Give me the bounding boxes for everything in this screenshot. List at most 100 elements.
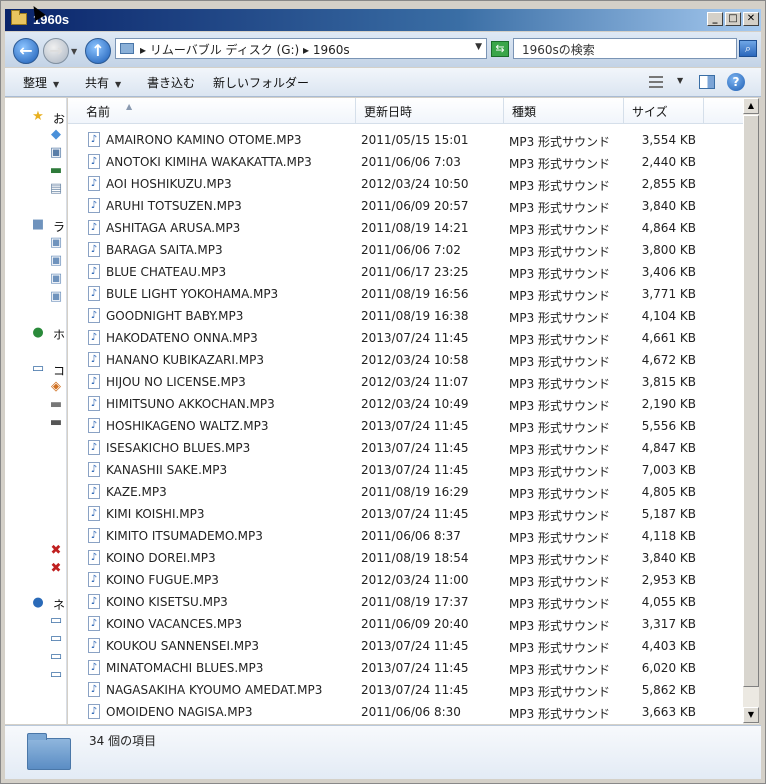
file-date: 2013/07/24 11:45	[361, 441, 469, 455]
audio-file-icon: ♪	[88, 396, 100, 411]
address-field[interactable]: ▸ リムーバブル ディスク (G:) ▸ 1960s ▼	[115, 38, 487, 59]
nav-network[interactable]: ● ネ	[5, 594, 66, 612]
table-row[interactable]: ♪ ANOTOKI KIMIHA WAKAKATTA.MP3 2011/06/06 …	[68, 151, 743, 173]
nav-libraries-label: ラ	[53, 220, 66, 234]
table-row[interactable]: ♪ BLUE CHATEAU.MP3 2011/06/17 23:25 MP3 形式サ…	[68, 261, 743, 283]
nav-library-item[interactable]: ▣	[5, 234, 66, 252]
nav-library-item[interactable]: ▣	[5, 288, 66, 306]
maximize-button[interactable]: □	[725, 12, 741, 26]
column-header-name[interactable]: ▲ 名前	[78, 98, 356, 124]
scroll-down-icon[interactable]: ▼	[743, 707, 759, 723]
file-date: 2013/07/24 11:45	[361, 507, 469, 521]
file-name: KIMI KOISHI.MP3	[106, 507, 205, 521]
table-row[interactable]: ♪ MINATOMACHI BLUES.MP3 2013/07/24 11:45 MP…	[68, 657, 743, 679]
folder-icon	[11, 10, 27, 25]
nav-favorites[interactable]: ★ お	[5, 108, 66, 126]
table-row[interactable]: ♪ HIJOU NO LICENSE.MP3 2012/03/24 11:07 MP3…	[68, 371, 743, 393]
table-row[interactable]: ♪ KIMI KOISHI.MP3 2013/07/24 11:45 MP3 形式サウ…	[68, 503, 743, 525]
title-bar[interactable]: 1960s _ □ ✕	[5, 9, 761, 31]
audio-file-icon: ♪	[88, 594, 100, 609]
file-type: MP3 形式サウンド	[509, 531, 611, 545]
nav-favorite-item[interactable]: ▬	[5, 162, 66, 180]
table-row[interactable]: ♪ KANASHII SAKE.MP3 2013/07/24 11:45 MP3 形式…	[68, 459, 743, 481]
search-input[interactable]: 1960sの検索	[513, 38, 737, 59]
table-row[interactable]: ♪ KOUKOU SANNENSEI.MP3 2013/07/24 11:45 MP3…	[68, 635, 743, 657]
forward-button[interactable]: →	[43, 38, 69, 64]
nav-library-item[interactable]: ▣	[5, 270, 66, 288]
scroll-up-icon[interactable]: ▲	[743, 98, 759, 114]
nav-drive-item[interactable]: ◈	[5, 378, 66, 396]
nav-computer[interactable]: ▭ コ	[5, 360, 66, 378]
back-button[interactable]: ←	[13, 38, 39, 64]
nav-library-item[interactable]: ▣	[5, 252, 66, 270]
table-row[interactable]: ♪ HIMITSUNO AKKOCHAN.MP3 2012/03/24 10:49 M…	[68, 393, 743, 415]
preview-pane-icon[interactable]	[699, 75, 715, 89]
recent-pages-dropdown[interactable]: ▼	[71, 47, 77, 56]
file-name: KOINO DOREI.MP3	[106, 551, 216, 565]
file-name: KANASHII SAKE.MP3	[106, 463, 228, 477]
burn-button[interactable]: 書き込む	[147, 74, 195, 91]
vertical-scrollbar[interactable]: ▲ ▼	[743, 98, 759, 724]
refresh-icon[interactable]: ⇆	[491, 41, 509, 57]
table-row[interactable]: ♪ HOSHIKAGENO WALTZ.MP3 2013/07/24 11:45 MP…	[68, 415, 743, 437]
scrollbar-thumb[interactable]	[743, 115, 759, 687]
view-options-icon[interactable]	[649, 76, 663, 88]
share-button[interactable]: 共有 ▼	[85, 74, 121, 91]
file-size: 3,406 KB	[641, 265, 696, 279]
table-row[interactable]: ♪ GOODNIGHT BABY.MP3 2011/08/19 16:38 MP3 形…	[68, 305, 743, 327]
table-row[interactable]: ♪ KAZE.MP3 2011/08/19 16:29 MP3 形式サウンド 4,805…	[68, 481, 743, 503]
table-row[interactable]: ♪ KOINO VACANCES.MP3 2011/06/09 20:40 MP3 形…	[68, 613, 743, 635]
nav-favorite-item[interactable]: ◆	[5, 126, 66, 144]
audio-file-icon: ♪	[88, 176, 100, 191]
table-row[interactable]: ♪ ARUHI TOTSUZEN.MP3 2011/06/09 20:57 MP3 形…	[68, 195, 743, 217]
nav-libraries[interactable]: ■ ラ	[5, 216, 66, 234]
organize-button[interactable]: 整理 ▼	[23, 74, 59, 91]
up-button[interactable]: ↑	[85, 38, 111, 64]
table-row[interactable]: ♪ KOINO KISETSU.MP3 2011/08/19 17:37 MP3 形式…	[68, 591, 743, 613]
nav-drive-item[interactable]: ✖	[5, 560, 66, 578]
table-row[interactable]: ♪ OMOIDENO NAGISA.MP3 2011/06/06 8:30 MP3 形…	[68, 701, 743, 723]
documents-icon: ▣	[49, 235, 63, 250]
minimize-button[interactable]: _	[707, 12, 723, 26]
audio-file-icon: ♪	[88, 308, 100, 323]
nav-drive-item[interactable]: ▬	[5, 414, 66, 432]
table-row[interactable]: ♪ HANANO KUBIKAZARI.MP3 2012/03/24 10:58 MP…	[68, 349, 743, 371]
file-type: MP3 形式サウンド	[509, 487, 611, 501]
nav-favorite-item[interactable]: ▣	[5, 144, 66, 162]
address-dropdown-icon[interactable]: ▼	[475, 42, 482, 52]
audio-file-icon: ♪	[88, 550, 100, 565]
sort-ascending-icon: ▲	[126, 102, 133, 111]
nav-network-item[interactable]: ▭	[5, 630, 66, 648]
column-header-type[interactable]: 種類	[504, 98, 624, 124]
table-row[interactable]: ♪ KIMITO ITSUMADEMO.MP3 2011/06/06 8:37 MP3…	[68, 525, 743, 547]
table-row[interactable]: ♪ HAKODATENO ONNA.MP3 2013/07/24 11:45 MP3 …	[68, 327, 743, 349]
table-row[interactable]: ♪ KOINO FUGUE.MP3 2012/03/24 11:00 MP3 形式サウ…	[68, 569, 743, 591]
table-row[interactable]: ♪ NAGASAKIHA KYOUMO AMEDAT.MP3 2013/07/24 …	[68, 679, 743, 701]
nav-network-item[interactable]: ▭	[5, 666, 66, 684]
nav-network-item[interactable]: ▭	[5, 648, 66, 666]
column-header-size[interactable]: サイズ	[624, 98, 704, 124]
nav-drive-item[interactable]: ✖	[5, 542, 66, 560]
column-header-date[interactable]: 更新日時	[356, 98, 504, 124]
file-date: 2013/07/24 11:45	[361, 639, 469, 653]
file-size: 4,403 KB	[641, 639, 696, 653]
table-row[interactable]: ♪ ASHITAGA ARUSA.MP3 2011/08/19 14:21 MP3 形…	[68, 217, 743, 239]
table-row[interactable]: ♪ AOI HOSHIKUZU.MP3 2012/03/24 10:50 MP3 形式…	[68, 173, 743, 195]
close-button[interactable]: ✕	[743, 12, 759, 26]
table-row[interactable]: ♪ KOINO DOREI.MP3 2011/08/19 18:54 MP3 形式サウ…	[68, 547, 743, 569]
nav-homegroup[interactable]: ● ホ	[5, 324, 66, 342]
search-icon[interactable]: ⌕	[739, 40, 757, 57]
nav-drive-item[interactable]: ▬	[5, 396, 66, 414]
file-date: 2013/07/24 11:45	[361, 419, 469, 433]
nav-network-item[interactable]: ▭	[5, 612, 66, 630]
audio-file-icon: ♪	[88, 132, 100, 147]
nav-favorite-item[interactable]: ▤	[5, 180, 66, 198]
table-row[interactable]: ♪ AMAIRONO KAMINO OTOME.MP3 2011/05/15 15:…	[68, 129, 743, 151]
file-type: MP3 形式サウンド	[509, 421, 611, 435]
new-folder-button[interactable]: 新しいフォルダー	[213, 74, 309, 91]
help-icon[interactable]: ?	[727, 73, 745, 91]
table-row[interactable]: ♪ BULE LIGHT YOKOHAMA.MP3 2011/08/19 16:56…	[68, 283, 743, 305]
table-row[interactable]: ♪ BARAGA SAITA.MP3 2011/06/06 7:02 MP3 形式サウ…	[68, 239, 743, 261]
view-dropdown-icon[interactable]: ▼	[677, 76, 683, 85]
table-row[interactable]: ♪ ISESAKICHO BLUES.MP3 2013/07/24 11:45 MP3…	[68, 437, 743, 459]
